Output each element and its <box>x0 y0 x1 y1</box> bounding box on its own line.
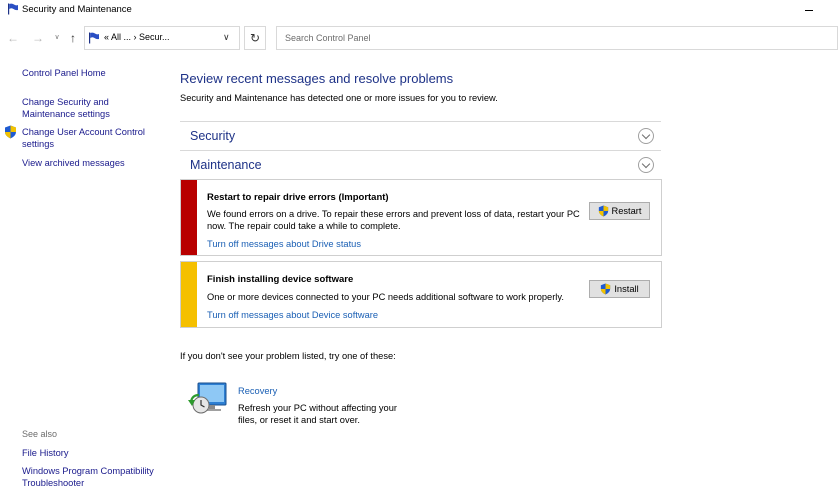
sidebar-item-compat-troubleshooter[interactable]: Windows Program Compatibility Troublesho… <box>22 465 162 489</box>
flag-icon <box>89 32 99 44</box>
chevron-down-icon[interactable]: ∨ <box>223 32 230 43</box>
sidebar-item-change-settings[interactable]: Change Security and Maintenance settings <box>22 96 152 120</box>
uac-shield-icon <box>5 125 16 139</box>
install-button[interactable]: Install <box>589 280 650 298</box>
chevron-down-icon[interactable] <box>638 128 654 144</box>
severity-bar <box>181 262 197 327</box>
recovery-icon <box>188 382 227 414</box>
uac-shield-icon <box>598 205 608 217</box>
window-title: Security and Maintenance <box>22 4 132 15</box>
message-description: We found errors on a drive. To repair th… <box>207 209 580 231</box>
section-security[interactable]: Security <box>180 121 661 150</box>
search-input[interactable] <box>277 27 837 49</box>
refresh-button[interactable]: ↻ <box>244 26 266 50</box>
sidebar-item-archived-messages[interactable]: View archived messages <box>22 157 125 169</box>
back-button[interactable]: ← <box>4 29 22 47</box>
address-breadcrumb[interactable]: « All ... › Secur... <box>104 32 170 42</box>
title-bar: Security and Maintenance <box>0 0 838 20</box>
restart-button[interactable]: Restart <box>589 202 650 220</box>
section-label: Maintenance <box>190 158 262 172</box>
button-label: Restart <box>611 206 642 216</box>
see-also-label: See also <box>22 429 58 439</box>
recent-locations-button[interactable]: ∨ <box>51 29 63 47</box>
message-description: One or more devices connected to your PC… <box>207 292 564 302</box>
minimize-icon <box>805 9 813 11</box>
page-title: Review recent messages and resolve probl… <box>180 71 454 86</box>
uac-shield-icon <box>601 283 611 295</box>
message-title: Finish installing device software <box>207 274 354 285</box>
message-title: Restart to repair drive errors (Importan… <box>207 192 389 203</box>
turn-off-messages-link[interactable]: Turn off messages about Device software <box>207 310 378 320</box>
chevron-down-icon[interactable] <box>638 157 654 173</box>
address-bar[interactable]: « All ... › Secur... ∨ <box>84 26 240 50</box>
search-box[interactable] <box>276 26 838 50</box>
minimize-button[interactable] <box>796 0 822 20</box>
recovery-link[interactable]: Recovery <box>238 386 277 396</box>
flag-icon <box>8 3 18 15</box>
forward-button[interactable]: → <box>29 29 47 47</box>
page-subtitle: Security and Maintenance has detected on… <box>180 93 498 103</box>
section-maintenance[interactable]: Maintenance <box>180 150 661 179</box>
sidebar-item-control-panel-home[interactable]: Control Panel Home <box>22 67 106 79</box>
message-card: Restart to repair drive errors (Importan… <box>180 179 662 256</box>
section-label: Security <box>190 129 236 143</box>
sidebar-item-uac-settings[interactable]: Change User Account Control settings <box>22 126 162 150</box>
turn-off-messages-link[interactable]: Turn off messages about Drive status <box>207 239 361 249</box>
up-button[interactable]: ↑ <box>65 29 81 47</box>
sidebar-item-file-history[interactable]: File History <box>22 447 69 459</box>
button-label: Install <box>614 284 639 294</box>
severity-bar <box>181 180 197 255</box>
recovery-description: Refresh your PC without affecting your f… <box>238 403 397 425</box>
message-card: Finish installing device software One or… <box>180 261 662 328</box>
try-these-text: If you don't see your problem listed, tr… <box>180 351 396 361</box>
